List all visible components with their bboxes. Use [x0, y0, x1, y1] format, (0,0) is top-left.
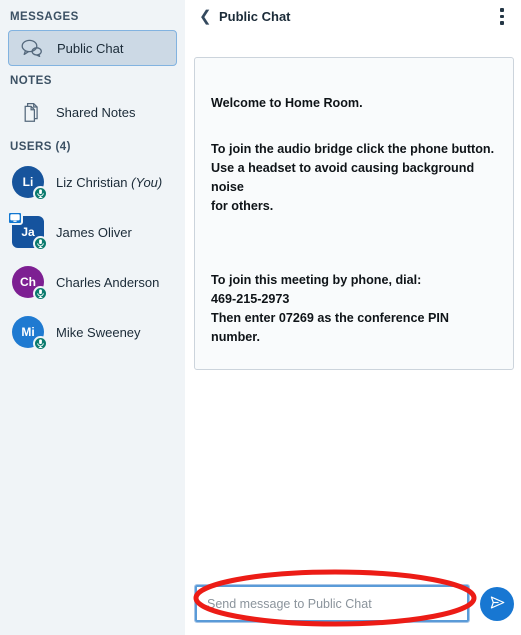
microphone-icon	[33, 336, 48, 351]
welcome-line-2: To join the audio bridge click the phone…	[211, 142, 495, 156]
user-name-text: Charles Anderson	[56, 274, 160, 290]
sidebar-item-public-chat[interactable]: Public Chat	[8, 30, 177, 66]
avatar[interactable]: Mi	[12, 316, 48, 351]
sidebar-item-label: Shared Notes	[56, 104, 136, 120]
sidebar: MESSAGES Public Chat NOTES Shared Notes …	[0, 0, 185, 635]
user-name: Mike Sweeney	[44, 325, 141, 340]
user-name-text: Mike Sweeney	[56, 324, 141, 340]
avatar[interactable]: Li	[12, 166, 48, 201]
dial-in-phone: 469-215-2973	[211, 292, 290, 306]
welcome-line-4: for others.	[211, 199, 274, 213]
microphone-icon	[33, 236, 48, 251]
avatar[interactable]: Ch	[12, 266, 48, 301]
dial-in-line: To join this meeting by phone, dial:	[211, 273, 422, 287]
list-item[interactable]: Ch Charles Anderson	[0, 257, 185, 307]
list-item[interactable]: Ja James Oliver	[0, 207, 185, 257]
paper-plane-icon	[489, 594, 506, 614]
kebab-menu-icon[interactable]	[493, 6, 511, 28]
message-input[interactable]	[194, 584, 470, 623]
screen-share-icon	[7, 211, 23, 225]
dial-in-pin: Then enter 07269 as the conference PIN n…	[211, 311, 449, 344]
user-self-suffix: (You)	[131, 174, 163, 190]
microphone-icon	[33, 286, 48, 301]
room-name: Home Room	[284, 96, 360, 110]
user-name: Liz Christian (You)	[44, 175, 162, 190]
welcome-suffix: .	[359, 96, 363, 110]
chat-panel: ❮ Public Chat Welcome to Home Room. To j…	[185, 0, 521, 635]
page-title: Public Chat	[219, 9, 291, 24]
user-name: Charles Anderson	[44, 275, 159, 290]
welcome-prefix: Welcome to	[211, 96, 285, 110]
notes-section-header: NOTES	[10, 75, 52, 87]
welcome-line-1: Welcome to Home Room.	[211, 94, 497, 113]
chevron-left-icon[interactable]: ❮	[199, 9, 213, 24]
sidebar-item-label: Public Chat	[57, 40, 124, 56]
chat-header: ❮ Public Chat	[185, 0, 521, 33]
bbb-chat-screen: MESSAGES Public Chat NOTES Shared Notes …	[0, 0, 521, 635]
chat-bubbles-icon	[17, 39, 47, 57]
users-section-header: USERS (4)	[10, 141, 71, 153]
welcome-message: Welcome to Home Room. To join the audio …	[194, 57, 514, 370]
chat-message-form	[194, 584, 514, 623]
avatar[interactable]: Ja	[7, 211, 48, 251]
welcome-line-3: Use a headset to avoid causing backgroun…	[211, 161, 475, 194]
user-name-text: James Oliver	[56, 224, 132, 240]
users-list: Li Liz Christian (You) Ja James Oliver C…	[0, 157, 185, 357]
microphone-icon	[33, 186, 48, 201]
pages-icon	[16, 102, 46, 123]
messages-section-header: MESSAGES	[10, 11, 79, 23]
user-name-text: Liz Christian	[56, 174, 128, 190]
user-name: James Oliver	[44, 225, 132, 240]
list-item[interactable]: Mi Mike Sweeney	[0, 307, 185, 357]
sidebar-item-shared-notes[interactable]: Shared Notes	[8, 94, 177, 130]
list-item[interactable]: Li Liz Christian (You)	[0, 157, 185, 207]
send-button[interactable]	[480, 586, 514, 621]
